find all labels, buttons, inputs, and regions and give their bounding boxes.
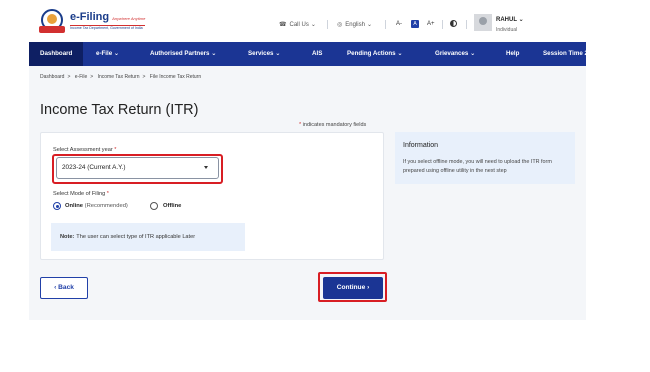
nav-authorised-partners[interactable]: Authorised Partners ⌄: [150, 42, 216, 66]
logo-title: e-Filing: [70, 10, 110, 23]
language-menu[interactable]: ◎ English ⌄: [337, 21, 372, 29]
breadcrumb: Dashboard > e-File > Income Tax Return > Fi…: [40, 74, 202, 80]
divider: [466, 20, 467, 29]
emblem-icon: [39, 8, 65, 34]
nav-help[interactable]: Help: [506, 42, 519, 66]
information-title: Information: [403, 142, 439, 149]
efiling-logo[interactable]: e-Filing Anywhere Anytime Income Tax Dep…: [39, 8, 146, 34]
chevron-down-icon: ⌄: [310, 22, 316, 28]
breadcrumb-efile[interactable]: e-File: [75, 74, 88, 80]
call-us-menu[interactable]: ☎ Call Us ⌄: [279, 21, 316, 29]
breadcrumb-current: File Income Tax Return: [149, 74, 202, 80]
note-title: Note:: [60, 234, 75, 240]
call-us-label: Call Us: [289, 21, 309, 28]
information-body: If you select offline mode, you will nee…: [403, 159, 552, 174]
chevron-down-icon: ⌄: [395, 50, 403, 57]
breadcrumb-dashboard[interactable]: Dashboard: [40, 74, 64, 80]
nav-efile[interactable]: e-File ⌄: [96, 42, 119, 66]
globe-icon: ◎: [337, 22, 343, 28]
nav-grievances[interactable]: Grievances ⌄: [435, 42, 475, 66]
app-window: e-Filing Anywhere Anytime Income Tax Dep…: [29, 0, 586, 320]
font-increase-button[interactable]: A+: [427, 21, 435, 27]
chevron-left-icon: ‹: [54, 284, 57, 291]
user-menu[interactable]: RAHUL ⌄: [496, 16, 524, 23]
nav-pending-actions[interactable]: Pending Actions ⌄: [347, 42, 403, 66]
divider: [327, 20, 328, 29]
user-type: Individual: [496, 27, 518, 33]
information-panel: Information If you select offline mode, …: [395, 132, 575, 184]
nav-dashboard[interactable]: Dashboard: [29, 42, 83, 66]
divider: [385, 20, 386, 29]
itr-form-card: Select Assessment year * 2023-24 (Curren…: [40, 132, 384, 260]
chevron-down-icon: ⌄: [273, 50, 281, 57]
back-button[interactable]: ‹ Back: [40, 277, 88, 299]
top-header: e-Filing Anywhere Anytime Income Tax Dep…: [29, 0, 586, 42]
logo-subtitle: Income Tax Department, Government of Ind…: [70, 24, 146, 31]
user-name: RAHUL: [496, 17, 517, 23]
page-title: Income Tax Return (ITR): [40, 102, 199, 118]
online-radio[interactable]: [53, 202, 61, 210]
logo-tagline: Anywhere Anytime: [112, 15, 146, 21]
font-decrease-button[interactable]: A-: [396, 21, 402, 27]
chevron-right-icon: ›: [367, 284, 370, 291]
offline-option-label[interactable]: Offline: [163, 203, 181, 209]
contrast-toggle-icon[interactable]: [450, 20, 457, 27]
chevron-down-icon: ⌄: [468, 50, 476, 57]
mandatory-note: * indicates mandatory fields: [299, 122, 367, 128]
nav-ais[interactable]: AIS: [312, 42, 322, 66]
language-label: English: [345, 21, 365, 28]
chevron-down-icon: ⌄: [518, 17, 524, 23]
chevron-down-icon: ⌄: [112, 50, 120, 57]
assessment-year-label: Select Assessment year *: [53, 147, 117, 153]
note-text: The user can select type of ITR applicab…: [76, 234, 196, 240]
online-option-label[interactable]: Online (Recommended): [65, 203, 128, 209]
offline-radio[interactable]: [150, 202, 158, 210]
breadcrumb-income-tax-return[interactable]: Income Tax Return: [98, 74, 140, 80]
dropdown-caret-icon: [204, 166, 208, 169]
chevron-down-icon: ⌄: [209, 50, 217, 57]
note-box: Note: The user can select type of ITR app…: [51, 223, 245, 251]
nav-services[interactable]: Services ⌄: [248, 42, 280, 66]
avatar[interactable]: [474, 14, 492, 31]
filing-mode-label: Select Mode of Filing *: [53, 191, 109, 197]
continue-button[interactable]: Continue ›: [323, 277, 383, 299]
session-timer: Session Time 2: [543, 50, 586, 57]
phone-icon: ☎: [279, 22, 287, 28]
assessment-year-select[interactable]: 2023-24 (Current A.Y.): [56, 157, 219, 179]
font-normal-button[interactable]: A: [411, 20, 419, 28]
divider: [442, 20, 443, 29]
chevron-down-icon: ⌄: [366, 22, 372, 28]
main-nav: Dashboard e-File ⌄ Authorised Partners ⌄…: [29, 42, 586, 66]
